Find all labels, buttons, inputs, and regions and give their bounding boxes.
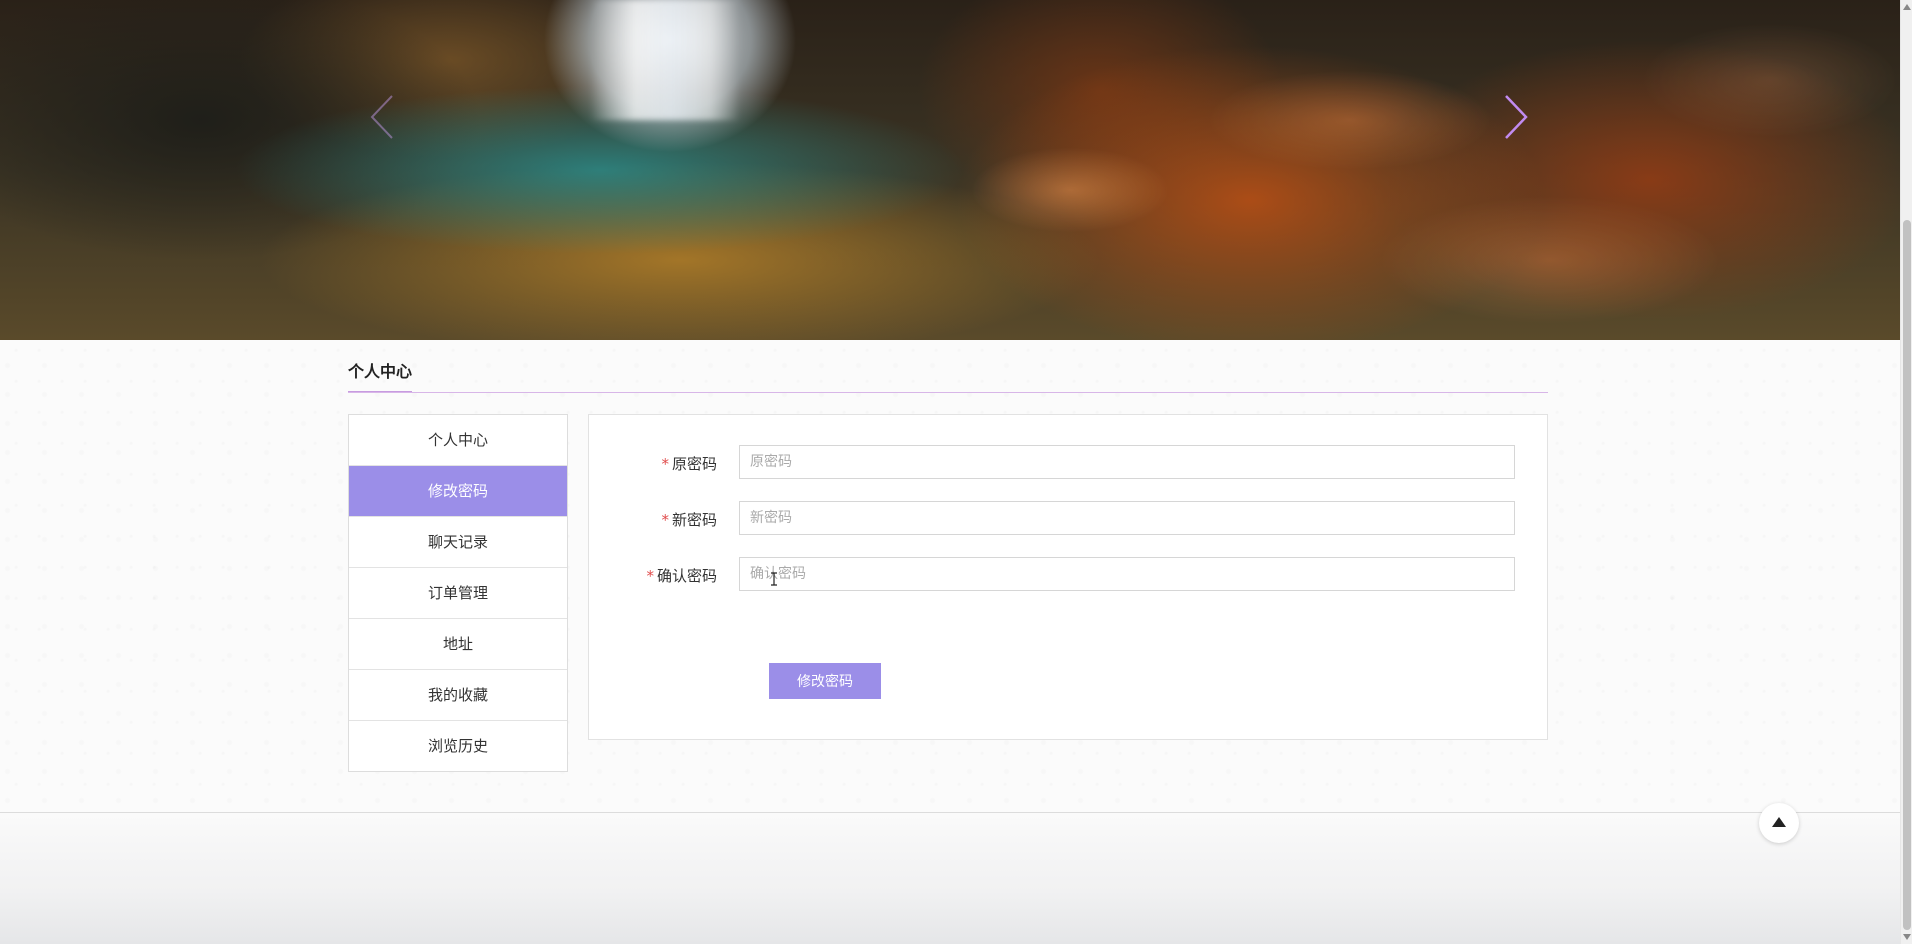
old-password-label-text: 原密码 [671,455,717,473]
banner-image-waterfall [590,0,740,120]
chevron-left-icon [370,95,393,139]
scroll-up-icon[interactable] [1903,2,1911,12]
required-mark: * [646,567,654,585]
required-mark: * [661,511,669,529]
sidebar-item-profile[interactable]: 个人中心 [349,415,567,466]
caret-up-icon [1772,817,1786,827]
scrollbar-thumb[interactable] [1903,220,1911,930]
confirm-password-label: * 确认密码 [646,565,717,586]
required-mark: * [661,455,669,473]
sidebar-item-orders[interactable]: 订单管理 [349,568,567,619]
new-password-label-text: 新密码 [671,511,717,529]
form-row-new-password: * 新密码 [589,501,1547,539]
old-password-label: * 原密码 [661,453,717,474]
change-password-button[interactable]: 修改密码 [769,663,881,699]
back-to-top-button[interactable] [1759,803,1799,843]
change-password-form: * 原密码 * 新密码 * 确认密码 修改密码 [588,414,1548,740]
title-divider [348,392,1548,393]
confirm-password-label-text: 确认密码 [656,567,717,585]
banner-carousel [0,0,1900,340]
sidebar-item-browse-history[interactable]: 浏览历史 [349,721,567,771]
sidebar-item-chat-history[interactable]: 聊天记录 [349,517,567,568]
footer [0,813,1900,944]
confirm-password-input[interactable] [739,557,1515,591]
new-password-input[interactable] [739,501,1515,535]
carousel-prev-button[interactable] [364,92,404,142]
sidebar-item-favorites[interactable]: 我的收藏 [349,670,567,721]
sidebar-menu: 个人中心 修改密码 聊天记录 订单管理 地址 我的收藏 浏览历史 [348,414,568,772]
page-scrollbar[interactable] [1900,0,1912,944]
carousel-next-button[interactable] [1494,92,1534,142]
page-title: 个人中心 [348,358,413,393]
sidebar-item-address[interactable]: 地址 [349,619,567,670]
sidebar-item-change-password[interactable]: 修改密码 [349,466,567,517]
scroll-down-icon[interactable] [1903,932,1911,942]
form-row-old-password: * 原密码 [589,445,1547,483]
banner-image-rocks [950,0,1900,340]
new-password-label: * 新密码 [661,509,717,530]
page: 个人中心 个人中心 修改密码 聊天记录 订单管理 地址 我的收藏 浏览历史 * 原… [0,0,1900,944]
form-row-confirm-password: * 确认密码 [589,557,1547,595]
old-password-input[interactable] [739,445,1515,479]
chevron-right-icon [1505,95,1528,139]
